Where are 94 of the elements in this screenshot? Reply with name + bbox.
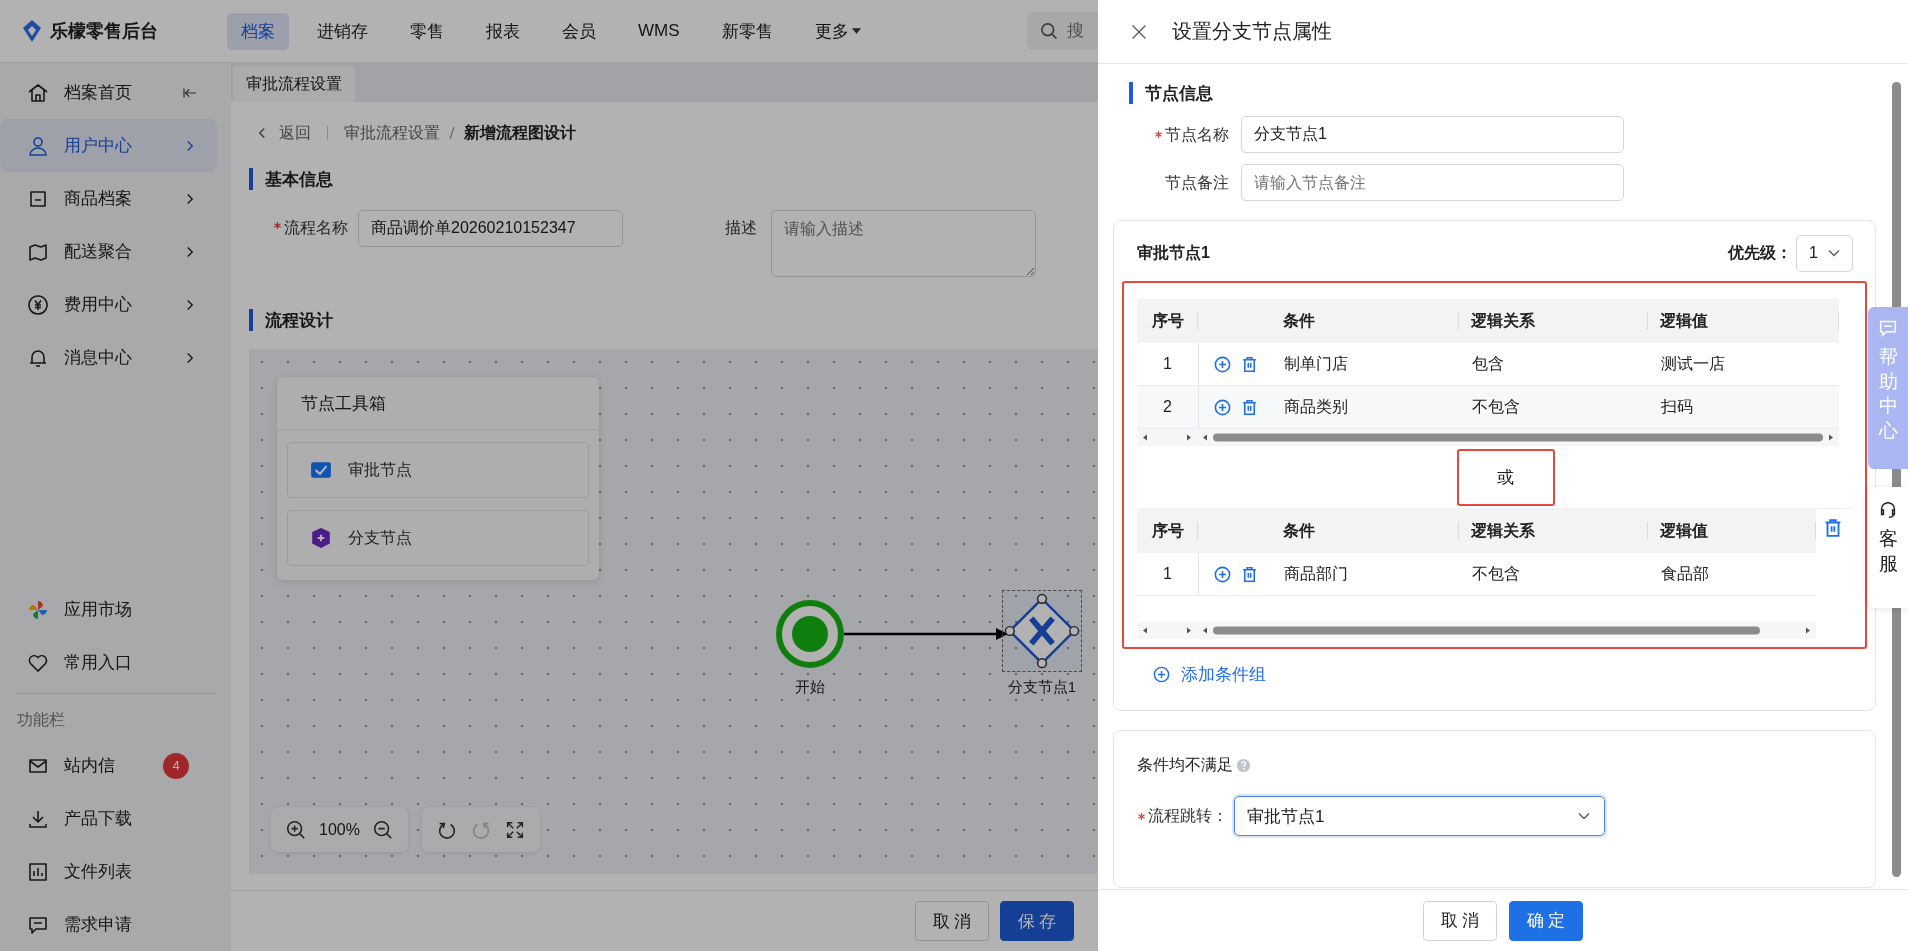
sidebar-item[interactable]: 站内信 4 bbox=[0, 739, 217, 792]
field-label: 描述 bbox=[725, 218, 757, 238]
sidebar-item[interactable]: 档案首页 bbox=[0, 66, 217, 119]
column-header: 逻辑值 bbox=[1648, 310, 1839, 332]
column-header: 逻辑关系 bbox=[1459, 310, 1648, 332]
drawer-title: 设置分支节点属性 bbox=[1172, 19, 1332, 44]
priority-select[interactable]: 1 bbox=[1796, 234, 1853, 272]
trash-icon[interactable] bbox=[1240, 397, 1259, 417]
section-title: 功能栏 bbox=[16, 710, 66, 730]
cancel-button[interactable]: 取消 bbox=[1423, 900, 1497, 941]
table-cell: 2 bbox=[1137, 386, 1199, 428]
toolbox-item[interactable]: 分支节点 bbox=[287, 510, 589, 566]
panel-title: 节点工具箱 bbox=[277, 377, 599, 430]
card-title: 审批节点1 bbox=[1137, 242, 1211, 263]
trash-icon[interactable] bbox=[1240, 354, 1259, 374]
nav-tab[interactable]: 新零售 bbox=[707, 12, 787, 50]
sidebar-item[interactable]: 消息中心 bbox=[0, 331, 217, 384]
checkbox-icon bbox=[310, 459, 332, 481]
nav-tab[interactable]: 更多 bbox=[800, 12, 875, 50]
add-group-link[interactable]: 添加条件组 bbox=[1152, 663, 1266, 686]
add-icon[interactable] bbox=[1213, 564, 1232, 584]
nav-tab[interactable]: 会员 bbox=[548, 12, 610, 50]
trash-icon[interactable] bbox=[1240, 564, 1259, 584]
node-label: 分支节点1 bbox=[1007, 678, 1077, 697]
field-label: 优先级： bbox=[1728, 242, 1792, 263]
slash-icon bbox=[448, 125, 456, 141]
zoom-in-icon[interactable] bbox=[285, 818, 307, 841]
sidebar-item[interactable]: 商品档案 bbox=[0, 172, 217, 225]
zoom-out-icon[interactable] bbox=[371, 818, 394, 841]
table-cell-text: 商品类别 bbox=[1283, 396, 1349, 417]
sidebar-item[interactable]: 产品下载 bbox=[0, 792, 217, 845]
column-header: 条件 bbox=[1198, 520, 1459, 542]
column-header: 条件 bbox=[1198, 310, 1459, 332]
column-header: 序号 bbox=[1137, 310, 1198, 332]
sidebar-item[interactable]: 配送聚合 bbox=[0, 225, 217, 278]
column-header: 逻辑关系 bbox=[1459, 520, 1648, 542]
add-icon bbox=[1152, 665, 1171, 684]
horizontal-scrollbar[interactable] bbox=[1137, 429, 1839, 446]
flow-canvas[interactable]: 节点工具箱 审批节点 分支节点 开始 分支节点1 100% bbox=[249, 349, 1099, 874]
search-icon bbox=[1039, 21, 1059, 41]
sidebar-item[interactable]: 费用中心 bbox=[0, 278, 217, 331]
yen-icon bbox=[26, 292, 50, 317]
table-cell-text: 测试一店 bbox=[1660, 353, 1726, 374]
name-field[interactable]: 商品调价单20260210152347 bbox=[358, 210, 623, 247]
table-cell-text: 制单门店 bbox=[1283, 353, 1349, 374]
breadcrumb-current: 新增流程图设计 bbox=[464, 122, 576, 143]
nav-tab[interactable]: WMS bbox=[624, 14, 694, 48]
zoom-level: 100% bbox=[319, 820, 360, 839]
back-link[interactable]: 返回 bbox=[253, 122, 311, 144]
field-label: 流程名称 bbox=[284, 218, 348, 238]
count-badge: 4 bbox=[163, 752, 189, 779]
card-title: 条件均不满足 bbox=[1137, 755, 1233, 775]
field-label: 节点备注 bbox=[1165, 172, 1229, 193]
table-cell-text: 食品部 bbox=[1660, 563, 1710, 584]
sidebar-item[interactable]: 应用市场 bbox=[0, 583, 217, 636]
nav-tab[interactable]: 进销存 bbox=[303, 12, 382, 50]
add-icon[interactable] bbox=[1213, 354, 1232, 374]
horizontal-scrollbar[interactable] bbox=[1137, 622, 1816, 639]
logo-icon bbox=[20, 18, 44, 44]
sidebar-item[interactable]: 需求申请 bbox=[0, 898, 217, 951]
jump-select[interactable]: 审批节点1 bbox=[1234, 796, 1605, 836]
page-tab[interactable]: 审批流程设置 bbox=[233, 66, 355, 102]
shield-icon bbox=[310, 527, 332, 549]
table-cell-text: 扫码 bbox=[1660, 396, 1694, 417]
column-header: 逻辑值 bbox=[1648, 520, 1816, 542]
or-label: 或 bbox=[1456, 449, 1555, 506]
column-header: 序号 bbox=[1137, 520, 1198, 542]
table-cell-text: 商品部门 bbox=[1283, 563, 1349, 584]
note-field[interactable]: 请输入节点备注 bbox=[1241, 164, 1624, 201]
name-field[interactable]: 分支节点1 bbox=[1241, 116, 1624, 153]
confirm-button[interactable]: 确定 bbox=[1509, 900, 1583, 941]
field-label: 流程跳转： bbox=[1148, 806, 1228, 826]
nav-tab[interactable]: 零售 bbox=[396, 12, 458, 50]
toolbox-item[interactable]: 审批节点 bbox=[287, 442, 589, 498]
table-cell: 1 bbox=[1137, 553, 1199, 595]
description-field[interactable]: 请输入描述 bbox=[771, 210, 1036, 277]
sidebar-item[interactable]: 文件列表 bbox=[0, 845, 217, 898]
nav-tab[interactable]: 报表 bbox=[472, 12, 534, 50]
field-label: 节点名称 bbox=[1165, 124, 1229, 145]
section-title: 节点信息 bbox=[1129, 82, 1876, 104]
nav-tab[interactable]: 档案 bbox=[227, 12, 289, 50]
customer-service-tab[interactable]: 客服 bbox=[1868, 487, 1908, 608]
sidebar-item[interactable]: 常用入口 bbox=[0, 636, 217, 689]
breadcrumb-link[interactable]: 审批流程设置 bbox=[344, 122, 440, 144]
table-cell-text: 不包含 bbox=[1471, 396, 1521, 417]
table-cell-text: 包含 bbox=[1471, 353, 1505, 374]
app-title: 乐檬零售后台 bbox=[50, 20, 158, 43]
table-cell-text: 不包含 bbox=[1471, 563, 1521, 584]
add-icon[interactable] bbox=[1213, 397, 1232, 417]
save-button[interactable]: 保存 bbox=[1000, 901, 1074, 941]
sidebar-item[interactable]: 用户中心 bbox=[0, 119, 217, 172]
table-cell: 1 bbox=[1137, 343, 1199, 385]
cancel-button[interactable]: 取消 bbox=[915, 901, 989, 941]
node-label: 开始 bbox=[795, 678, 825, 697]
